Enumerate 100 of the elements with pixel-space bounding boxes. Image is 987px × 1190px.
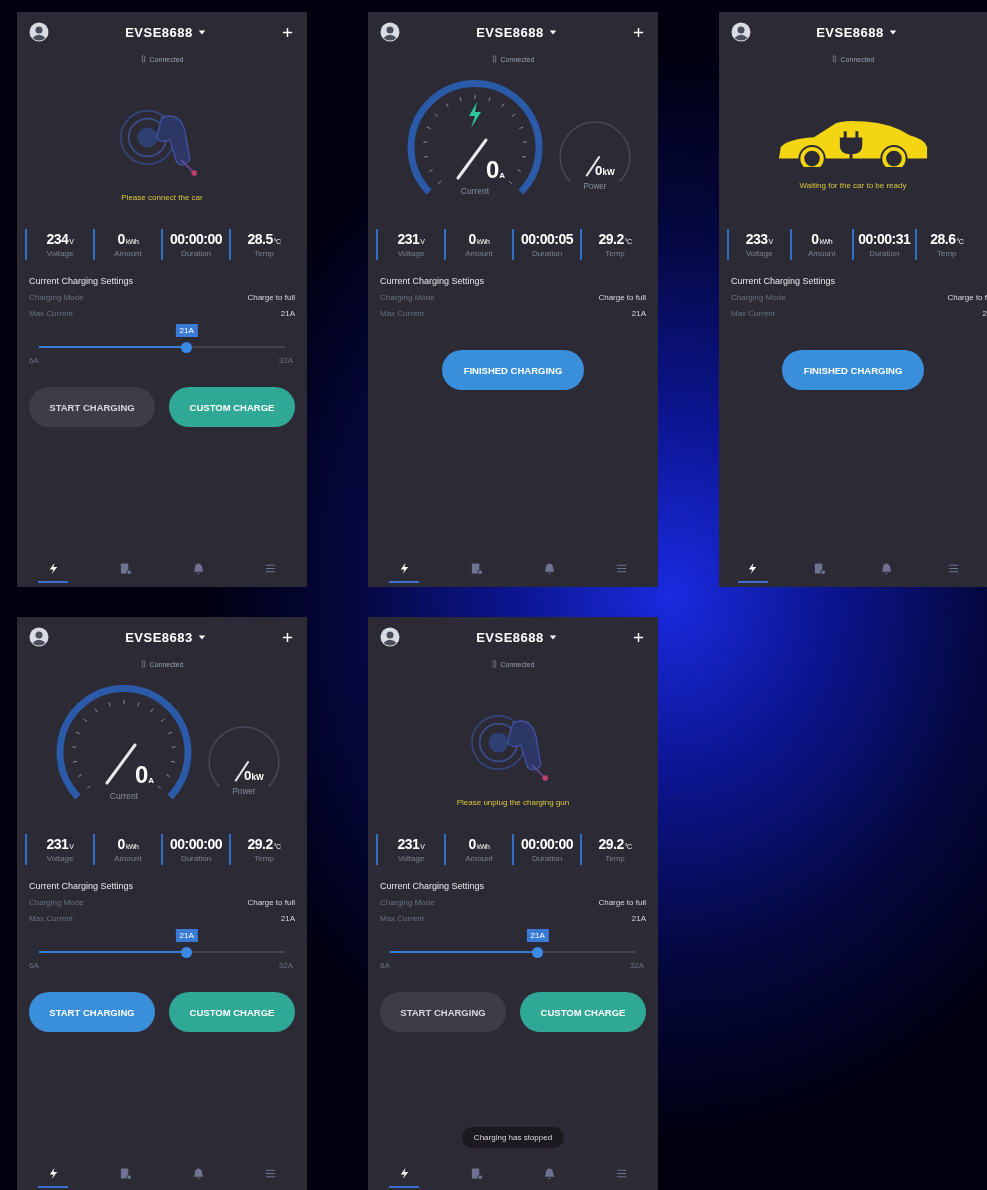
section-title: Current Charging Settings <box>380 276 486 286</box>
setting-value: Charge to full <box>247 293 295 302</box>
device-title[interactable]: EVSE8688 <box>816 24 884 40</box>
caret-icon[interactable] <box>548 634 557 640</box>
document-icon <box>119 561 133 575</box>
bell-icon <box>542 561 556 575</box>
stat-label: Duration <box>180 854 212 863</box>
document-icon <box>119 1166 133 1180</box>
stat-label: Voltage <box>397 854 425 863</box>
stat-label: Temp <box>936 249 957 258</box>
add-icon[interactable] <box>633 631 644 643</box>
slider-thumb[interactable] <box>532 946 544 958</box>
slider-min-label: 6A <box>29 961 39 970</box>
status-message: Waiting for the car to be ready <box>799 181 907 190</box>
document-icon <box>813 561 826 575</box>
stat-label: Temp <box>605 249 625 258</box>
stat-label: Duration <box>180 249 212 258</box>
stat-label: Voltage <box>745 249 773 258</box>
section-title: Current Charging Settings <box>29 276 135 286</box>
stat-label: Duration <box>869 249 900 258</box>
action-button[interactable]: START CHARGING <box>29 387 155 427</box>
connection-icon <box>140 55 146 63</box>
stat-value: 00:00:00 <box>169 231 222 247</box>
section-title: Current Charging Settings <box>380 881 486 891</box>
setting-value: Charge to f <box>947 293 987 302</box>
stat-label: Amount <box>114 249 142 258</box>
slider-thumb[interactable] <box>181 341 193 353</box>
setting-label: Charging Mode <box>29 293 84 302</box>
device-title[interactable]: EVSE8683 <box>125 629 193 645</box>
caret-icon[interactable] <box>197 29 206 35</box>
bell-icon <box>542 1166 556 1180</box>
slider-value-tooltip: 21A <box>175 929 198 942</box>
section-title: Current Charging Settings <box>731 276 837 286</box>
status-message: Please unplug the charging gun <box>456 798 570 807</box>
gauge-needle <box>105 743 137 784</box>
bell-icon <box>880 561 893 575</box>
setting-value: Charge to full <box>598 293 646 302</box>
device-title[interactable]: EVSE8688 <box>476 629 544 645</box>
caret-icon[interactable] <box>197 634 206 640</box>
setting-label: Max Current <box>731 309 775 318</box>
caret-icon[interactable] <box>888 29 897 35</box>
connection-icon <box>831 55 837 63</box>
stat-value: 00:00:00 <box>169 836 222 852</box>
document-icon <box>470 561 484 575</box>
stat-label: Temp <box>254 854 274 863</box>
setting-value: 2 <box>982 309 987 318</box>
add-icon[interactable] <box>282 26 293 38</box>
slider-max-label: 32A <box>629 961 644 970</box>
section-title: Current Charging Settings <box>29 881 135 891</box>
avatar-icon[interactable] <box>731 22 751 42</box>
setting-value: 21A <box>631 914 646 923</box>
stat-value: 00:00:05 <box>520 231 573 247</box>
setting-value: Charge to full <box>247 898 295 907</box>
avatar-icon[interactable] <box>29 22 49 42</box>
stat-label: Voltage <box>46 249 74 258</box>
device-title[interactable]: EVSE8688 <box>125 24 193 40</box>
stat-label: Voltage <box>397 249 425 258</box>
device-title[interactable]: EVSE8688 <box>476 24 544 40</box>
gauge-label: Power <box>583 181 607 191</box>
action-button[interactable]: START CHARGING <box>380 992 506 1032</box>
stat-label: Temp <box>254 249 274 258</box>
add-icon[interactable] <box>282 631 293 643</box>
connection-icon <box>140 660 146 668</box>
gauge-label: Power <box>232 786 256 796</box>
slider-value-tooltip: 21A <box>175 324 198 337</box>
avatar-icon[interactable] <box>380 22 400 42</box>
stat-value: 00:00:31 <box>858 231 911 247</box>
connection-icon <box>491 660 497 668</box>
setting-label: Charging Mode <box>29 898 84 907</box>
setting-label: Charging Mode <box>731 293 786 302</box>
lightning-icon <box>746 561 759 575</box>
stat-label: Amount <box>807 249 836 258</box>
stat-label: Amount <box>465 854 493 863</box>
current-reading: 0A <box>135 760 155 788</box>
setting-value: 21A <box>280 309 295 318</box>
stat-label: Duration <box>531 854 563 863</box>
stat-label: Amount <box>465 249 493 258</box>
setting-value: Charge to full <box>598 898 646 907</box>
connection-icon <box>491 55 497 63</box>
stat-label: Temp <box>605 854 625 863</box>
document-icon <box>470 1166 484 1180</box>
slider-max-label: 32A <box>278 961 293 970</box>
stat-label: Duration <box>531 249 563 258</box>
avatar-icon[interactable] <box>380 627 400 647</box>
stat-value: 00:00:00 <box>520 836 573 852</box>
power-reading: 0kW <box>595 162 615 178</box>
slider-max-label: 32A <box>278 356 293 365</box>
setting-label: Max Current <box>380 309 424 318</box>
add-icon[interactable] <box>633 26 644 38</box>
slider-thumb[interactable] <box>181 946 193 958</box>
avatar-icon[interactable] <box>29 627 49 647</box>
setting-label: Max Current <box>29 309 73 318</box>
setting-label: Charging Mode <box>380 898 435 907</box>
toast-message: Charging has stopped <box>461 1127 565 1148</box>
setting-label: Max Current <box>29 914 73 923</box>
gauge-needle <box>456 138 488 179</box>
setting-value: 21A <box>631 309 646 318</box>
bell-icon <box>191 1166 205 1180</box>
caret-icon[interactable] <box>548 29 557 35</box>
gauge-label: Current <box>109 790 139 801</box>
